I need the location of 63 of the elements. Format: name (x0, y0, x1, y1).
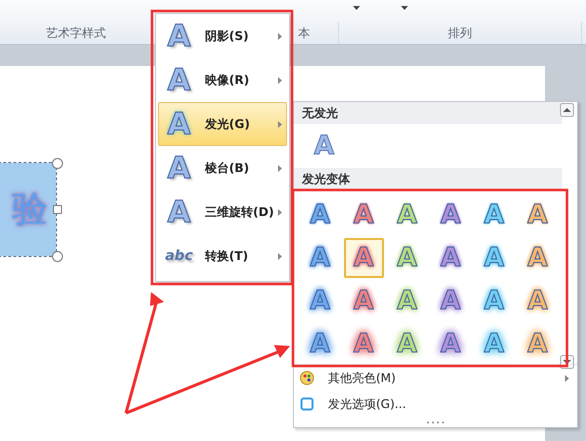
glow-variant-option[interactable]: A (430, 238, 470, 278)
glow-variant-option[interactable]: A (300, 324, 340, 364)
glow-variant-option[interactable]: A (387, 324, 427, 364)
menu-item[interactable]: 发光选项(G)... (294, 391, 577, 417)
menu-item[interactable]: abc 转换(T) (158, 234, 287, 278)
glow-variant-option[interactable]: A (474, 238, 514, 278)
effect-icon: abc (159, 248, 199, 264)
submenu-arrow-icon (278, 121, 282, 128)
glow-variant-option[interactable]: A (300, 281, 340, 321)
glow-variant-option[interactable]: A (518, 281, 558, 321)
submenu-arrow-icon (278, 33, 282, 40)
menu-item[interactable]: A 阴影(S) (158, 14, 287, 58)
scroll-up-icon[interactable] (560, 103, 574, 117)
glow-variant-option[interactable]: A (430, 281, 470, 321)
glow-variant-option[interactable]: A (518, 238, 558, 278)
effect-icon: A (159, 62, 199, 98)
glow-variant-option[interactable]: A (474, 324, 514, 364)
glow-variant-option[interactable]: A (474, 281, 514, 321)
palette-icon (300, 371, 314, 385)
dropdown-arrow-icon[interactable] (353, 6, 360, 10)
glow-variant-option[interactable]: A (300, 195, 340, 235)
submenu-arrow-icon (278, 209, 282, 216)
menu-item[interactable]: 其他亮色(M) (294, 365, 577, 391)
glow-variant-option[interactable]: A (344, 281, 384, 321)
submenu-arrow-icon (278, 253, 282, 260)
word-art-text: 验 (12, 188, 48, 232)
section-header: 无发光 (294, 102, 562, 124)
square-icon (300, 397, 314, 411)
submenu-arrow-icon (278, 165, 282, 172)
group-label: 艺术字样式 (46, 24, 106, 42)
menu-item[interactable]: A 映像(R) (158, 58, 287, 102)
submenu-arrow-icon (565, 375, 569, 382)
group-label: 排列 (448, 24, 472, 42)
resize-handle[interactable] (52, 251, 63, 262)
glow-variant-option[interactable]: A (518, 324, 558, 364)
glow-variant-option[interactable]: A (300, 238, 340, 278)
effect-icon: A (159, 106, 199, 142)
effect-icon: A (159, 18, 199, 54)
glow-variant-option[interactable]: A (344, 238, 384, 278)
menu-item[interactable]: A 发光(G) (158, 102, 287, 146)
group-label: 本 (298, 24, 310, 42)
effect-icon: A (159, 150, 199, 186)
submenu-arrow-icon (278, 77, 282, 84)
resize-grip-icon[interactable] (426, 421, 446, 424)
section-header: 发光变体 (294, 168, 562, 190)
menu-item[interactable]: A 三维旋转(D) (158, 190, 287, 234)
resize-handle[interactable] (52, 158, 63, 169)
glow-variant-option[interactable]: A (344, 195, 384, 235)
glow-variant-option[interactable]: A (387, 195, 427, 235)
glow-variant-option[interactable]: A (518, 195, 558, 235)
glow-variant-option[interactable]: A (430, 195, 470, 235)
effect-icon: A (159, 194, 199, 230)
glow-variant-option[interactable]: A (474, 195, 514, 235)
text-box[interactable]: 验 (0, 163, 56, 256)
menu-item[interactable]: A 棱台(B) (158, 146, 287, 190)
glow-variant-option[interactable]: A (430, 324, 470, 364)
scrollbar[interactable] (560, 103, 574, 369)
glow-variant-option[interactable]: A (387, 238, 427, 278)
no-glow-option[interactable]: A (304, 126, 344, 166)
glow-variant-option[interactable]: A (387, 281, 427, 321)
dropdown-arrow-icon[interactable] (401, 6, 408, 10)
resize-handle[interactable] (53, 205, 62, 214)
glow-variant-option[interactable]: A (344, 324, 384, 364)
